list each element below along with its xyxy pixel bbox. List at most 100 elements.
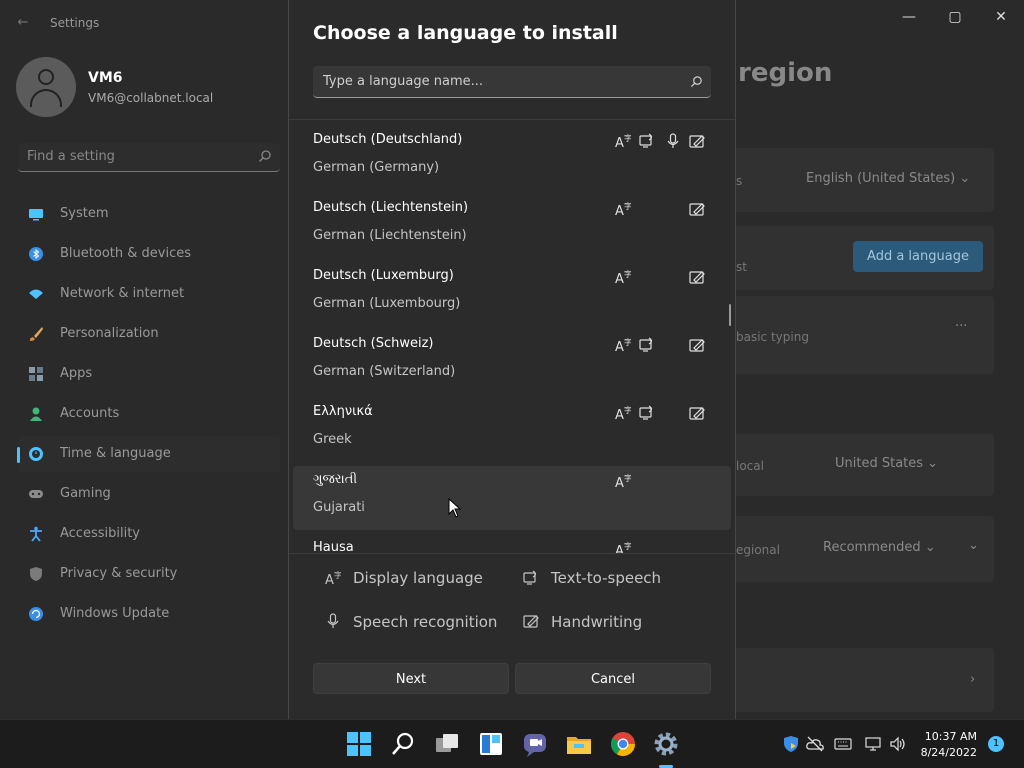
teams-chat-icon[interactable] <box>521 730 549 758</box>
display-language-icon: A字 <box>615 405 631 421</box>
language-list-item[interactable]: Ελληνικά Greek A字 <box>293 398 731 462</box>
maximize-button[interactable]: ▢ <box>932 6 978 28</box>
sidebar-item-network[interactable]: Network & internet <box>18 276 280 312</box>
network-icon[interactable] <box>864 735 882 753</box>
language-native-name: Deutsch (Schweiz) <box>313 336 434 351</box>
regional-format-select[interactable]: Recommended ⌄ <box>823 540 936 555</box>
expand-chevron-icon[interactable]: ⌄ <box>968 538 979 553</box>
update-icon <box>29 607 43 621</box>
search-icon[interactable] <box>389 730 417 758</box>
user-email: VM6@collabnet.local <box>88 91 214 105</box>
bluetooth-icon <box>29 247 43 261</box>
handwriting-icon <box>689 407 705 420</box>
search-icon <box>690 76 702 88</box>
language-list[interactable]: Deutsch (Deutschland)German (Germany)A字D… <box>289 119 735 554</box>
related-settings-card[interactable] <box>712 648 994 712</box>
microphone-icon <box>667 133 679 148</box>
sidebar-item-label: Time & language <box>60 446 171 461</box>
defender-shield-icon[interactable] <box>782 735 800 753</box>
handwriting-icon <box>689 203 705 216</box>
svg-text:A: A <box>615 408 624 421</box>
language-list-item[interactable]: Deutsch (Deutschland) German (Germany) A字 <box>293 126 731 190</box>
chevron-down-icon: ⌄ <box>924 540 936 555</box>
language-native-name: Ελληνικά <box>313 404 373 419</box>
language-list-item[interactable]: Hausa A字 <box>293 534 731 554</box>
cancel-button[interactable]: Cancel <box>515 663 711 694</box>
back-arrow-icon[interactable]: ← <box>14 14 32 32</box>
language-native-name: Deutsch (Deutschland) <box>313 132 463 147</box>
clock[interactable]: 10:37 AM 8/24/2022 <box>921 729 977 761</box>
sidebar-item-bluetooth[interactable]: Bluetooth & devices <box>18 236 280 272</box>
svg-text:字: 字 <box>624 541 631 551</box>
language-english-name: Gujarati <box>313 500 365 515</box>
search-icon <box>259 150 271 162</box>
clock-time: 10:37 AM <box>924 730 977 743</box>
display-language-icon: A字 <box>615 133 631 149</box>
sidebar-item-label: Bluetooth & devices <box>60 246 191 261</box>
keyboard-icon[interactable] <box>834 735 852 753</box>
select-value: English (United States) <box>806 171 956 186</box>
avatar[interactable] <box>16 57 76 117</box>
sidebar-item-apps[interactable]: Apps <box>18 356 280 392</box>
select-value: Recommended <box>823 540 921 555</box>
task-view-icon[interactable] <box>433 730 461 758</box>
clock-globe-icon <box>29 447 43 461</box>
sidebar-item-accounts[interactable]: Accounts <box>18 396 280 432</box>
language-list-item[interactable]: Deutsch (Schweiz) German (Switzerland) A字 <box>293 330 731 394</box>
svg-text:字: 字 <box>334 570 341 580</box>
sidebar-item-label: Personalization <box>60 326 159 341</box>
close-button[interactable]: ✕ <box>978 6 1024 28</box>
svg-text:A: A <box>615 544 624 554</box>
select-value: United States <box>835 456 924 471</box>
accessibility-icon <box>30 526 42 542</box>
sidebar-item-label: System <box>60 206 109 221</box>
widgets-icon[interactable] <box>477 730 505 758</box>
sidebar-item-personalization[interactable]: Personalization <box>18 316 280 352</box>
svg-text:字: 字 <box>624 133 631 143</box>
find-setting-input[interactable]: Find a setting <box>18 143 280 172</box>
language-search-placeholder: Type a language name... <box>323 74 484 89</box>
choose-language-dialog: Choose a language to install Type a lang… <box>288 0 736 719</box>
wifi-icon <box>29 289 43 299</box>
sidebar-item-accessibility[interactable]: Accessibility <box>18 516 280 552</box>
windows-start-icon[interactable] <box>345 730 373 758</box>
text-to-speech-icon <box>639 405 653 420</box>
sidebar-item-gaming[interactable]: Gaming <box>18 476 280 512</box>
display-language-select[interactable]: English (United States) ⌄ <box>806 171 970 186</box>
notification-badge[interactable]: 1 <box>988 736 1004 752</box>
file-explorer-icon[interactable] <box>565 730 593 758</box>
country-select[interactable]: United States ⌄ <box>835 456 938 471</box>
language-search-input[interactable]: Type a language name... <box>313 66 711 98</box>
display-language-icon: A字 <box>615 541 631 554</box>
language-list-item[interactable]: ગુજરાતી Gujarati A字 <box>293 466 731 530</box>
volume-icon[interactable] <box>889 735 907 753</box>
card-text: local <box>736 459 764 473</box>
sidebar-item-system[interactable]: System <box>18 196 280 232</box>
settings-app-icon[interactable] <box>652 730 680 758</box>
more-options-button[interactable]: ··· <box>955 319 967 334</box>
handwriting-icon <box>689 339 705 352</box>
next-button[interactable]: Next <box>313 663 509 694</box>
display-language-icon: A字 <box>325 570 341 586</box>
onedrive-cloud-icon[interactable] <box>806 735 824 753</box>
legend-text-to-speech: Text-to-speech <box>551 569 662 587</box>
language-list-item[interactable]: Deutsch (Luxemburg) German (Luxembourg) A字 <box>293 262 731 326</box>
svg-text:A: A <box>615 136 624 149</box>
sidebar-item-privacy[interactable]: Privacy & security <box>18 556 280 592</box>
user-name: VM6 <box>88 70 123 86</box>
display-language-icon: A字 <box>615 473 631 489</box>
sidebar-item-time-language[interactable]: Time & language <box>17 436 280 472</box>
sidebar-item-windows-update[interactable]: Windows Update <box>18 596 280 632</box>
minimize-button[interactable]: — <box>886 6 932 28</box>
svg-text:字: 字 <box>624 405 631 415</box>
close-icon: ✕ <box>995 9 1007 25</box>
chrome-icon[interactable] <box>609 730 637 758</box>
text-to-speech-icon <box>639 337 653 352</box>
add-language-button[interactable]: Add a language <box>853 241 983 272</box>
shield-icon <box>30 567 42 581</box>
language-list-item[interactable]: Deutsch (Liechtenstein) German (Liechtens… <box>293 194 731 258</box>
page-title: region <box>738 58 833 88</box>
language-english-name: German (Liechtenstein) <box>313 228 467 243</box>
legend-handwriting: Handwriting <box>551 613 643 631</box>
svg-text:字: 字 <box>624 337 631 347</box>
